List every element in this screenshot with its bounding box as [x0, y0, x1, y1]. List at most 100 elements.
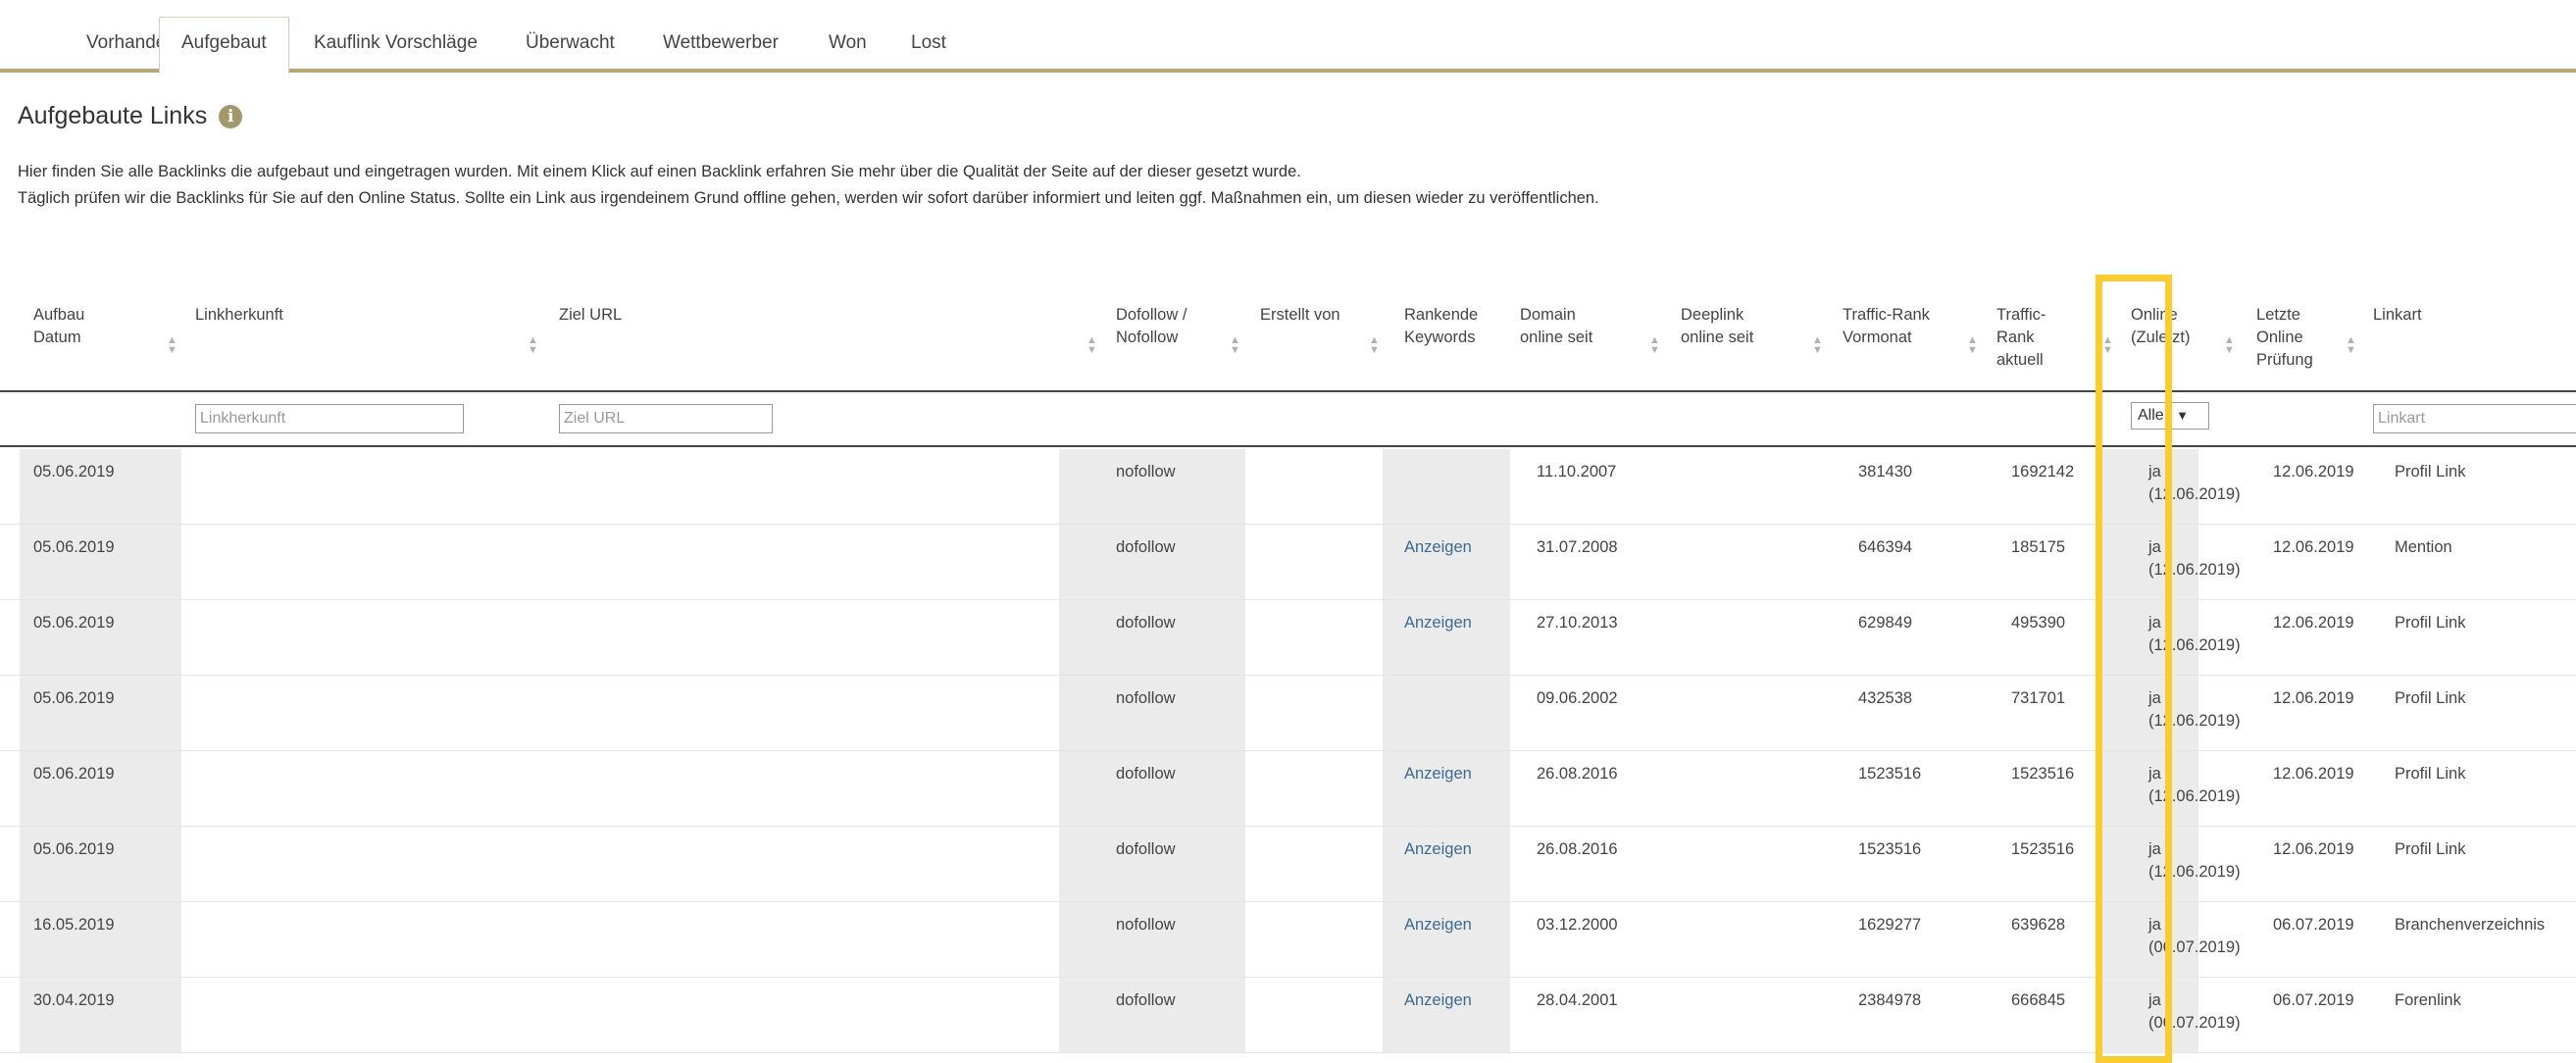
cell-keywords[interactable]: Anzeigen — [1404, 838, 1472, 861]
row-shade — [1383, 676, 1510, 750]
cell-domain: 27.10.2013 — [1537, 614, 1618, 632]
info-icon[interactable]: i — [219, 104, 243, 128]
cell-follow: nofollow — [1116, 463, 1176, 481]
cell-pruefung: 12.06.2019 — [2273, 689, 2354, 707]
cell-follow: dofollow — [1116, 765, 1176, 783]
cell-online: ja (06.07.2019) — [2148, 991, 2241, 1032]
cell-keywords[interactable]: Anzeigen — [1404, 536, 1472, 559]
cell-linkart: Mention — [2395, 538, 2452, 556]
sort-icon[interactable]: ▲ ▼ — [2224, 335, 2235, 356]
sort-icon[interactable]: ▲ ▼ — [1812, 335, 1823, 356]
description-line-2: Täglich prüfen wir die Backlinks für Sie… — [18, 189, 1599, 207]
cell-follow: nofollow — [1116, 689, 1176, 707]
cell-keywords[interactable]: Anzeigen — [1404, 763, 1472, 785]
cell-pruefung: 06.07.2019 — [2273, 916, 2354, 934]
cell-domain: 26.08.2016 — [1537, 765, 1618, 783]
cell-aufbau: 05.06.2019 — [33, 765, 115, 783]
column-header-aufbau-datum[interactable]: Aufbau Datum — [33, 304, 84, 349]
sort-icon[interactable]: ▲ ▼ — [167, 335, 177, 356]
cell-pruefung: 12.06.2019 — [2273, 614, 2354, 632]
cell-aufbau: 05.06.2019 — [33, 463, 115, 481]
dropdown-arrow-icon: ▼ — [2176, 408, 2190, 423]
cell-online: ja (12.06.2019) — [2148, 538, 2241, 579]
sort-icon[interactable]: ▲ ▼ — [1230, 335, 1240, 356]
online-filter-selected: Alle — [2138, 407, 2164, 424]
table-header: Aufbau Datum ▲ ▼ Linkherkunft ▲ ▼ Ziel URL… — [0, 265, 2576, 392]
tab-aufgebaut[interactable]: Aufgebaut — [159, 17, 289, 76]
cell-tr-vormonat: 1629277 — [1858, 916, 1922, 934]
sort-icon[interactable]: ▲ ▼ — [2346, 335, 2356, 356]
cell-online: ja (12.06.2019) — [2148, 689, 2241, 730]
column-header-ziel-url[interactable]: Ziel URL — [559, 304, 622, 327]
cell-keywords[interactable]: Anzeigen — [1404, 914, 1472, 936]
linkart-filter-input[interactable] — [2373, 404, 2576, 433]
ziel-url-filter-input[interactable] — [559, 404, 773, 433]
cell-follow: dofollow — [1116, 840, 1176, 858]
column-header-linkherkunft[interactable]: Linkherkunft — [195, 304, 283, 327]
column-header-traffic-rank-vormonat[interactable]: Traffic-Rank Vormonat — [1843, 304, 1930, 349]
column-header-deeplink-online-seit[interactable]: Deeplink online seit — [1681, 304, 1753, 349]
online-filter-select[interactable]: Alle ▼ — [2131, 402, 2209, 430]
cell-tr-vormonat: 1523516 — [1858, 840, 1922, 858]
cell-online: ja (12.06.2019) — [2148, 840, 2241, 881]
tab-wettbewerber[interactable]: Wettbewerber — [641, 18, 800, 73]
column-header-linkart[interactable]: Linkart — [2373, 304, 2422, 327]
cell-aufbau: 05.06.2019 — [33, 840, 115, 858]
column-header-erstellt-von[interactable]: Erstellt von — [1260, 304, 1340, 327]
cell-linkart: Forenlink — [2395, 991, 2461, 1009]
sort-icon[interactable]: ▲ ▼ — [1369, 335, 1380, 356]
cell-linkart: Profil Link — [2395, 840, 2466, 858]
cell-online: ja (12.06.2019) — [2148, 614, 2241, 654]
tab-ueberwacht[interactable]: Überwacht — [504, 18, 636, 73]
cell-tr-vormonat: 2384978 — [1858, 991, 1922, 1009]
cell-keywords[interactable]: Anzeigen — [1404, 612, 1472, 634]
cell-linkart: Profil Link — [2395, 614, 2466, 632]
tab-lost[interactable]: Lost — [889, 18, 968, 73]
table-row[interactable]: 05.06.2019 dofollow Anzeigen 26.08.2016 1523… — [0, 751, 2576, 827]
sort-icon[interactable]: ▲ ▼ — [1086, 335, 1097, 356]
cell-keywords[interactable]: Anzeigen — [1404, 989, 1472, 1012]
cell-follow: dofollow — [1116, 991, 1176, 1009]
tab-kauflink-vorschlaege[interactable]: Kauflink Vorschläge — [292, 18, 499, 73]
cell-follow: nofollow — [1116, 916, 1176, 934]
table-row[interactable]: 05.06.2019 dofollow Anzeigen 31.07.2008 6463… — [0, 525, 2576, 600]
cell-pruefung: 06.07.2019 — [2273, 991, 2354, 1009]
cell-tr-aktuell: 185175 — [2011, 538, 2066, 556]
column-header-rankende-keywords[interactable]: Rankende Keywords — [1404, 304, 1478, 349]
column-header-online-zuletzt[interactable]: Online (Zuletzt) — [2131, 304, 2191, 349]
cell-aufbau: 05.06.2019 — [33, 538, 115, 556]
cell-tr-aktuell: 1523516 — [2011, 840, 2075, 858]
cell-aufbau: 05.06.2019 — [33, 689, 115, 707]
cell-tr-aktuell: 639628 — [2011, 916, 2066, 934]
description-line-1: Hier finden Sie alle Backlinks die aufge… — [18, 163, 1301, 180]
column-header-domain-online-seit[interactable]: Domain online seit — [1520, 304, 1592, 349]
table-row[interactable]: 05.06.2019 dofollow Anzeigen 26.08.2016 1523… — [0, 827, 2576, 902]
cell-online: ja (12.06.2019) — [2148, 765, 2241, 805]
cell-tr-aktuell: 1692142 — [2011, 463, 2075, 481]
cell-aufbau: 05.06.2019 — [33, 614, 115, 632]
cell-linkart: Branchenverzeichnis — [2395, 916, 2546, 934]
page-title-text: Aufgebaute Links — [18, 102, 208, 129]
sort-icon[interactable]: ▲ ▼ — [1967, 335, 1978, 356]
column-header-dofollow[interactable]: Dofollow / Nofollow — [1116, 304, 1187, 349]
cell-domain: 26.08.2016 — [1537, 840, 1618, 858]
cell-tr-vormonat: 629849 — [1858, 614, 1913, 632]
cell-linkart: Profil Link — [2395, 765, 2466, 783]
column-header-letzte-online-pruefung[interactable]: Letzte Online Prüfung — [2256, 304, 2313, 372]
sort-icon[interactable]: ▲ ▼ — [528, 335, 538, 356]
table-row[interactable]: 05.06.2019 dofollow Anzeigen 27.10.2013 6298… — [0, 600, 2576, 676]
linkherkunft-filter-input[interactable] — [195, 404, 464, 433]
page-description: Hier finden Sie alle Backlinks die aufge… — [18, 159, 1599, 212]
table-row[interactable]: 16.05.2019 nofollow Anzeigen 03.12.2000 1629… — [0, 902, 2576, 978]
cell-online: ja (06.07.2019) — [2148, 916, 2241, 956]
cell-aufbau: 16.05.2019 — [33, 916, 115, 934]
table-row[interactable]: 30.04.2019 dofollow Anzeigen 28.04.2001 2384… — [0, 978, 2576, 1053]
column-header-traffic-rank-aktuell[interactable]: Traffic- Rank aktuell — [1996, 304, 2046, 372]
cell-tr-vormonat: 432538 — [1858, 689, 1913, 707]
cell-domain: 28.04.2001 — [1537, 991, 1618, 1009]
sort-icon[interactable]: ▲ ▼ — [1649, 335, 1660, 356]
table-row[interactable]: 05.06.2019 nofollow 11.10.2007 381430 169214… — [0, 449, 2576, 525]
tab-won[interactable]: Won — [807, 18, 888, 73]
sort-icon[interactable]: ▲ ▼ — [2102, 335, 2113, 356]
table-row[interactable]: 05.06.2019 nofollow 09.06.2002 432538 731701… — [0, 676, 2576, 751]
